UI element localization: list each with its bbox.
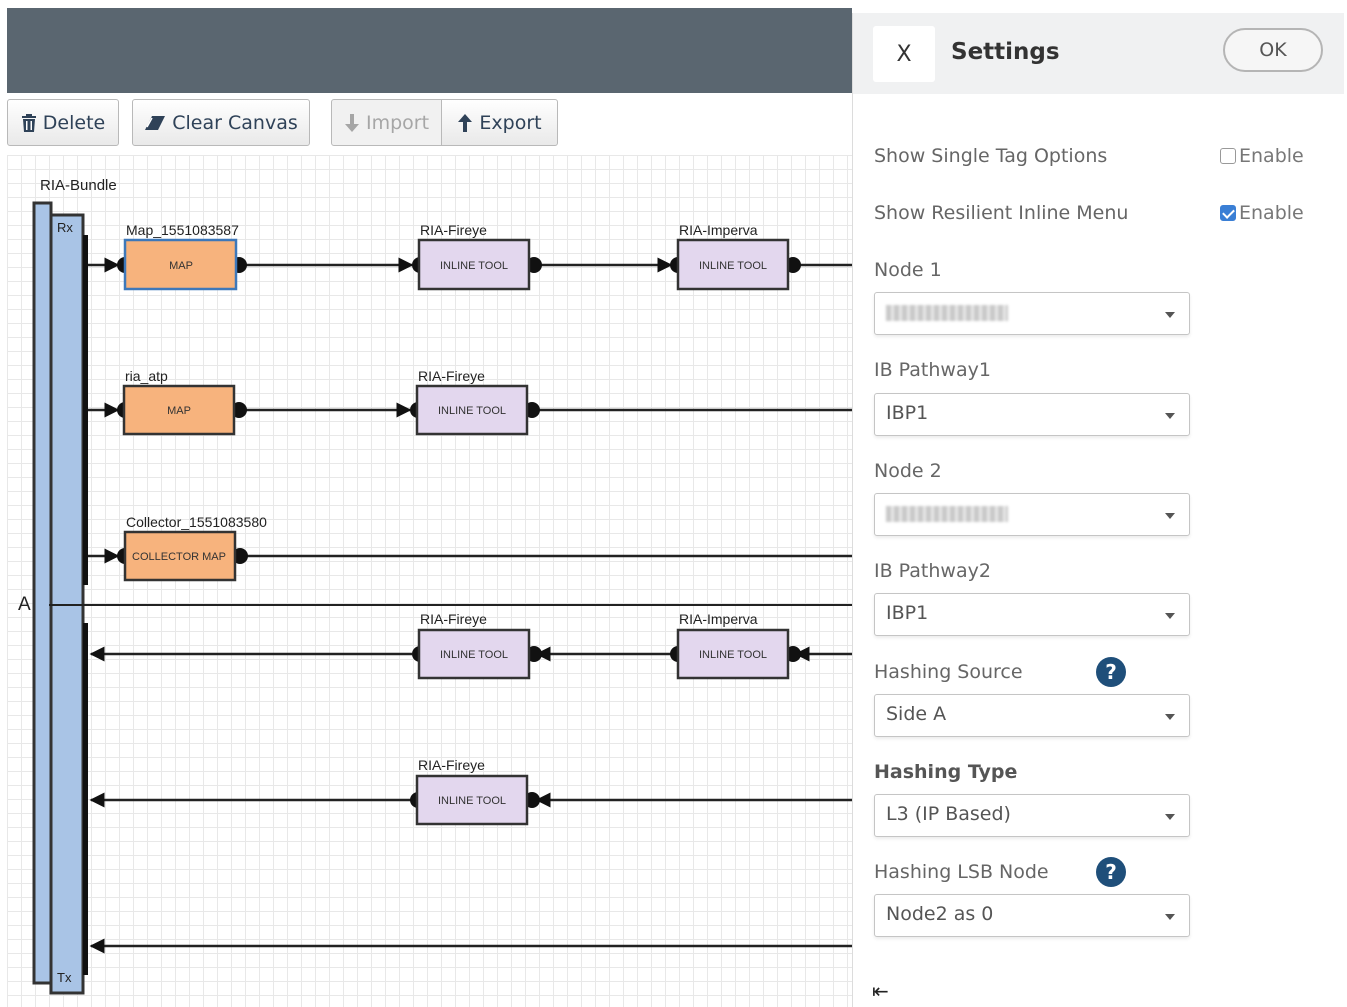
hashing-lsb-label: Hashing LSB Node — [874, 861, 1049, 883]
arrow-down-icon — [344, 113, 359, 132]
node1-blurred-value — [886, 305, 1008, 321]
inline-tool-node[interactable]: INLINE TOOL — [670, 628, 801, 680]
hashing-type-value: L3 (IP Based) — [886, 803, 1011, 825]
ok-button[interactable]: OK — [1223, 28, 1323, 72]
single-tag-checkbox[interactable]: Enable — [1220, 145, 1304, 167]
settings-header: X Settings OK — [853, 13, 1344, 94]
ib-pathway1-label: IB Pathway1 — [874, 359, 991, 381]
close-button[interactable]: X — [873, 26, 935, 82]
bundle-outer-bar — [32, 201, 53, 985]
collector-label: Collector_1551083580 — [126, 514, 267, 530]
map-node-1-label: Map_1551083587 — [126, 222, 239, 238]
clear-canvas-button[interactable]: Clear Canvas — [132, 99, 310, 146]
map-node-2-text: MAP — [167, 405, 191, 417]
checkbox-unchecked-icon[interactable] — [1220, 148, 1236, 164]
top-header-bar — [7, 8, 852, 93]
caret-down-icon — [1165, 814, 1175, 820]
trash-icon — [21, 113, 36, 132]
caret-down-icon — [1165, 613, 1175, 619]
rx-label: Rx — [57, 220, 73, 235]
inline-tool-text: INLINE TOOL — [699, 260, 767, 272]
topology-canvas[interactable]: RIA-Bundle Rx Tx A MAP Map_1551083587 IN… — [7, 155, 852, 1007]
tx-port-bar — [83, 623, 88, 975]
caret-down-icon — [1165, 413, 1175, 419]
inline-tool-text: INLINE TOOL — [438, 405, 506, 417]
ib-pathway2-value: IBP1 — [886, 602, 929, 624]
map-node-2[interactable]: MAP — [117, 384, 247, 436]
import-button[interactable]: Import — [331, 99, 442, 146]
ria-atp-label: ria_atp — [125, 368, 168, 384]
hashing-source-label: Hashing Source — [874, 661, 1023, 683]
fireye-label-4: RIA-Fireye — [418, 757, 485, 773]
settings-panel: X Settings OK Show Single Tag Options En… — [852, 13, 1347, 1007]
hashing-lsb-select[interactable]: Node2 as 0 — [874, 894, 1190, 937]
rx-port-bar — [83, 235, 88, 585]
inline-tool-node[interactable]: INLINE TOOL — [410, 384, 540, 436]
arrow-up-icon — [458, 113, 473, 132]
resilient-menu-checkbox[interactable]: Enable — [1220, 202, 1304, 224]
inline-tool-node[interactable]: INLINE TOOL — [412, 238, 542, 291]
map-node-1[interactable]: MAP — [117, 238, 247, 291]
export-label: Export — [479, 111, 542, 134]
collapse-panel-icon[interactable]: ⇤ — [872, 979, 889, 1003]
import-label: Import — [365, 111, 430, 134]
inline-tool-text: INLINE TOOL — [699, 649, 767, 661]
delete-button[interactable]: Delete — [7, 99, 119, 146]
ib-pathway2-select[interactable]: IBP1 — [874, 593, 1190, 636]
inline-tool-node[interactable]: INLINE TOOL — [670, 238, 801, 291]
resilient-enable-label: Enable — [1239, 202, 1304, 224]
inline-tool-text: INLINE TOOL — [440, 260, 508, 272]
collector-map-text: COLLECTOR MAP — [132, 551, 226, 563]
hashing-source-select[interactable]: Side A — [874, 694, 1190, 737]
eraser-icon — [145, 115, 166, 130]
caret-down-icon — [1165, 513, 1175, 519]
node2-blurred-value — [886, 506, 1008, 522]
help-icon[interactable]: ? — [1096, 657, 1126, 687]
inline-tool-text: INLINE TOOL — [440, 649, 508, 661]
fireye-label-2: RIA-Fireye — [418, 368, 485, 384]
collector-map-node[interactable]: COLLECTOR MAP — [117, 530, 248, 582]
node1-select[interactable] — [874, 292, 1190, 335]
ib-pathway1-select[interactable]: IBP1 — [874, 393, 1190, 436]
fireye-label-1: RIA-Fireye — [420, 222, 487, 238]
settings-title: Settings — [951, 39, 1060, 65]
delete-label: Delete — [42, 111, 106, 134]
ib-pathway1-value: IBP1 — [886, 402, 929, 424]
bundle-label: RIA-Bundle — [40, 177, 117, 194]
hashing-source-value: Side A — [886, 703, 947, 725]
ib-pathway2-label: IB Pathway2 — [874, 560, 991, 582]
inline-tool-text: INLINE TOOL — [438, 795, 506, 807]
side-a-label: A — [18, 594, 31, 615]
clear-canvas-label: Clear Canvas — [172, 111, 298, 134]
hashing-type-select[interactable]: L3 (IP Based) — [874, 794, 1190, 837]
fireye-label-3: RIA-Fireye — [420, 611, 487, 627]
imperva-label-1: RIA-Imperva — [679, 222, 758, 238]
node2-select[interactable] — [874, 493, 1190, 536]
imperva-label-3: RIA-Imperva — [679, 611, 758, 627]
inline-tool-node[interactable]: INLINE TOOL — [410, 774, 540, 826]
export-button[interactable]: Export — [441, 99, 558, 146]
help-icon[interactable]: ? — [1096, 857, 1126, 887]
node1-label: Node 1 — [874, 259, 942, 281]
single-tag-enable-label: Enable — [1239, 145, 1304, 167]
hashing-type-label: Hashing Type — [874, 761, 1018, 783]
resilient-menu-label: Show Resilient Inline Menu — [874, 202, 1129, 224]
node2-label: Node 2 — [874, 460, 942, 482]
caret-down-icon — [1165, 312, 1175, 318]
caret-down-icon — [1165, 914, 1175, 920]
caret-down-icon — [1165, 714, 1175, 720]
checkbox-checked-icon[interactable] — [1220, 205, 1236, 221]
hashing-lsb-value: Node2 as 0 — [886, 903, 994, 925]
inline-tool-node[interactable]: INLINE TOOL — [412, 628, 542, 680]
tx-label: Tx — [57, 970, 72, 985]
single-tag-label: Show Single Tag Options — [874, 145, 1108, 167]
map-node-1-text: MAP — [169, 260, 193, 272]
